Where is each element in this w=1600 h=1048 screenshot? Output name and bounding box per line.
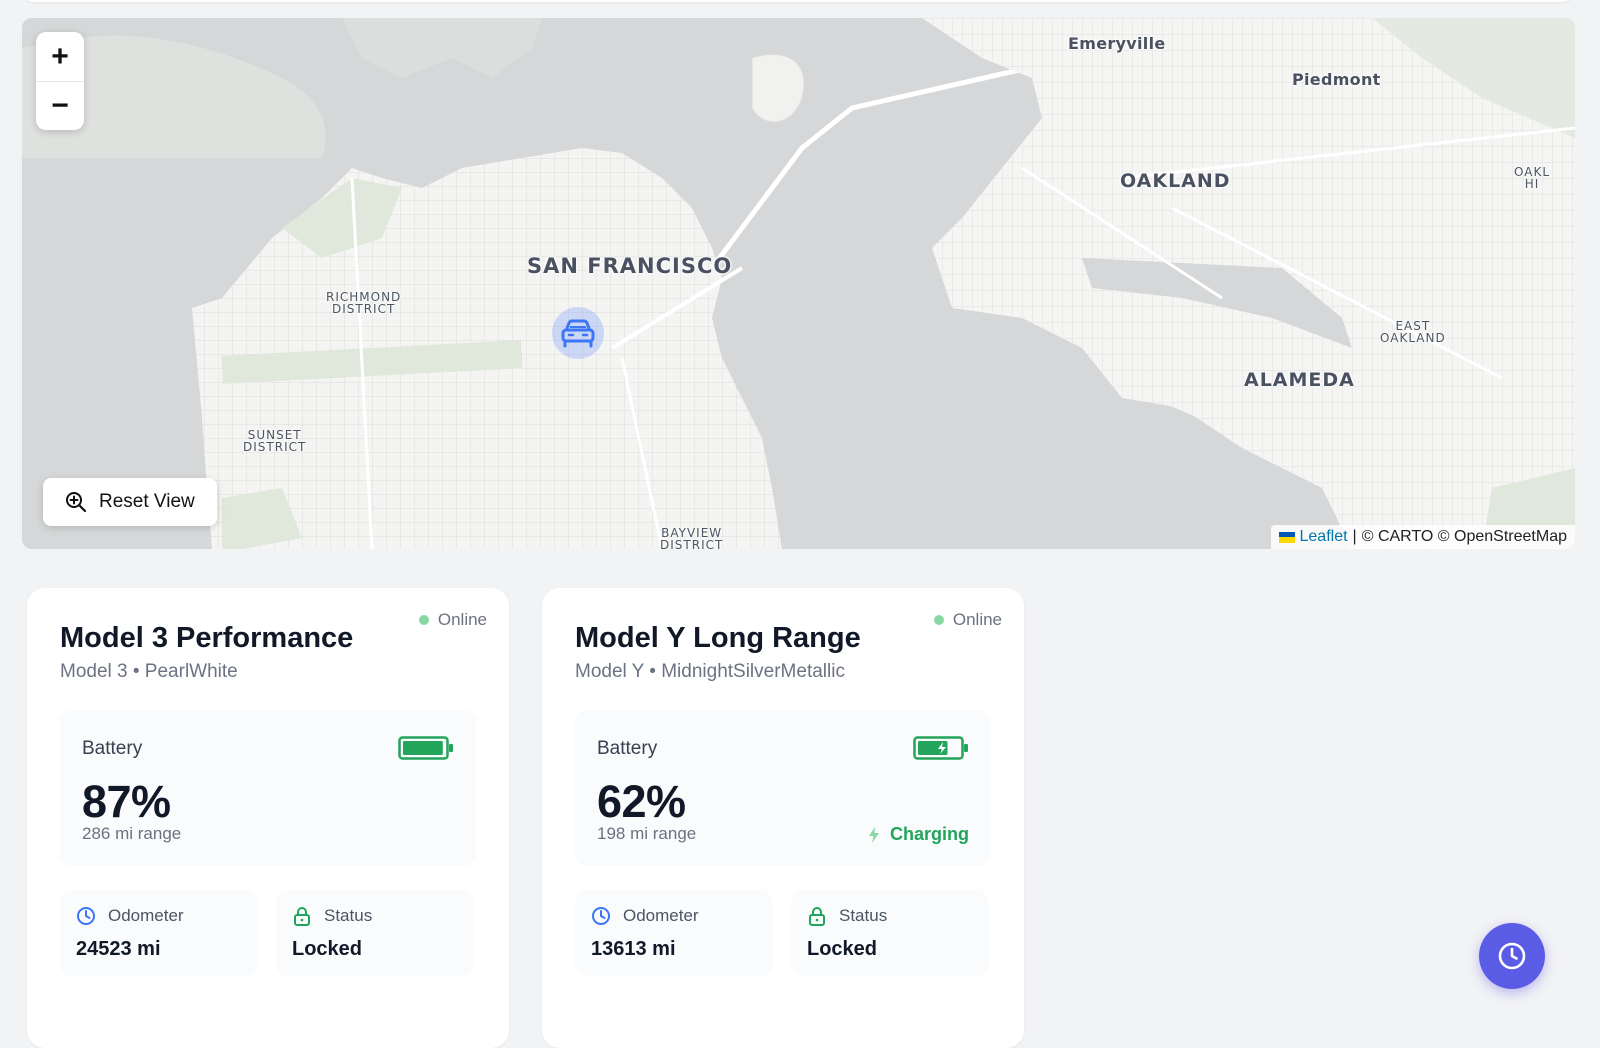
history-button[interactable]: [1479, 923, 1545, 989]
status-badge: Online: [418, 610, 487, 630]
zoom-in-button[interactable]: +: [36, 32, 84, 81]
odometer-label: Odometer: [623, 906, 699, 925]
lock-status-tile: Status Locked: [791, 890, 989, 976]
clock-icon: [1498, 942, 1526, 970]
battery-range: 286 mi range: [82, 824, 182, 843]
map-label-emeryville: Emeryville: [1068, 34, 1166, 53]
odometer-value: 13613 mi: [591, 938, 676, 960]
map-label-bayview-line2: DISTRICT: [660, 538, 724, 549]
vehicle-marker[interactable]: [552, 307, 604, 359]
car-icon: [561, 319, 595, 348]
leaflet-link[interactable]: Leaflet: [1300, 528, 1348, 546]
battery-percentage: 87%: [82, 776, 171, 827]
reset-view-button[interactable]: Reset View: [43, 478, 217, 526]
map-label-piedmont: Piedmont: [1292, 70, 1381, 89]
odometer-label: Odometer: [108, 906, 184, 925]
status-text: Online: [952, 610, 1002, 629]
odometer-value: 24523 mi: [76, 938, 161, 960]
vehicle-name: Model 3 Performance: [60, 622, 354, 654]
lightning-bolt-icon: [869, 826, 879, 843]
vehicle-map[interactable]: SAN FRANCISCO OAKLAND ALAMEDA Emeryville…: [22, 18, 1575, 549]
map-label-east-oakland-line2: OAKLAND: [1380, 331, 1446, 345]
map-label-richmond-line2: DISTRICT: [331, 302, 396, 316]
battery-panel: Battery 62% 198 mi range Charging: [575, 710, 991, 866]
map-label-alameda: ALAMEDA: [1244, 369, 1355, 391]
vehicle-name: Model Y Long Range: [575, 622, 861, 654]
attribution-separator: |: [1352, 528, 1357, 545]
map-attribution: Leaflet | © CARTO © OpenStreetMap: [1270, 525, 1575, 549]
map-label-edge: OAKL HI: [1514, 166, 1550, 190]
lock-icon: [294, 907, 310, 926]
odometer-tile: Odometer 13613 mi: [575, 890, 773, 976]
status-label: Status: [839, 906, 888, 925]
clock-icon: [592, 907, 610, 925]
map-label-richmond-district: RICHMOND DISTRICT: [326, 291, 401, 315]
map-label-sunset-line2: DISTRICT: [243, 440, 307, 454]
attribution-credits[interactable]: © CARTO © OpenStreetMap: [1362, 528, 1567, 546]
lock-status-value: Locked: [807, 938, 878, 960]
vehicle-subtitle: Model Y • MidnightSilverMetallic: [575, 661, 845, 682]
ukraine-flag-icon: [1278, 531, 1295, 543]
magnifier-plus-icon: [66, 492, 87, 513]
map-label-sunset-district: SUNSET DISTRICT: [243, 429, 306, 453]
clock-icon: [77, 907, 95, 925]
map-label-east-oakland: EAST OAKLAND: [1380, 320, 1446, 344]
header-bar-edge: [22, 0, 1574, 2]
charging-label: Charging: [890, 824, 969, 844]
map-label-san-francisco: SAN FRANCISCO: [527, 254, 733, 278]
status-dot-icon: [933, 615, 944, 625]
battery-panel: Battery 87% 286 mi range: [60, 710, 476, 866]
reset-view-label: Reset View: [99, 491, 195, 512]
zoom-out-button[interactable]: −: [36, 81, 84, 130]
battery-label: Battery: [597, 738, 658, 759]
status-label: Status: [324, 906, 373, 925]
status-dot-icon: [418, 615, 429, 625]
map-tiles[interactable]: [22, 18, 1575, 549]
vehicle-subtitle: Model 3 • PearlWhite: [60, 661, 238, 682]
status-text: Online: [437, 610, 487, 629]
map-label-oakland: OAKLAND: [1120, 170, 1231, 192]
charging-indicator: Charging: [868, 824, 969, 845]
map-label-edge-line2: HI: [1524, 177, 1540, 191]
battery-label: Battery: [82, 738, 143, 759]
vehicle-card[interactable]: Online Model Y Long Range Model Y • Midn…: [542, 588, 1024, 1048]
battery-icon: [398, 736, 453, 760]
battery-percentage: 62%: [597, 776, 686, 827]
battery-range: 198 mi range: [597, 824, 697, 843]
lock-status-tile: Status Locked: [276, 890, 474, 976]
odometer-tile: Odometer 24523 mi: [60, 890, 258, 976]
lock-icon: [809, 907, 825, 926]
lock-status-value: Locked: [292, 938, 363, 960]
battery-charging-icon: [913, 736, 968, 760]
map-label-bayview-district: BAYVIEW DISTRICT: [660, 527, 723, 549]
status-badge: Online: [933, 610, 1002, 630]
zoom-control: + −: [36, 32, 84, 130]
vehicle-card[interactable]: Online Model 3 Performance Model 3 • Pea…: [27, 588, 509, 1048]
